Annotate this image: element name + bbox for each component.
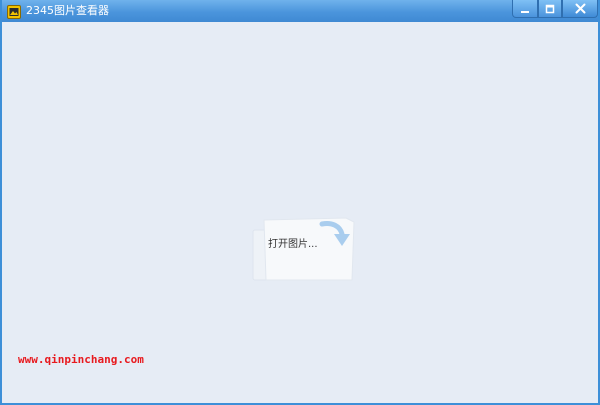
window-title: 2345图片查看器 <box>26 4 109 17</box>
open-image-label: 打开图片... <box>268 239 318 250</box>
app-window: 2345图片查看器 打开图片... www.qinpinchang.com <box>0 0 600 405</box>
open-image-button[interactable]: 打开图片... <box>250 208 358 284</box>
minimize-icon <box>520 0 530 18</box>
title-bar[interactable]: 2345图片查看器 <box>2 0 598 22</box>
minimize-button[interactable] <box>512 0 538 18</box>
maximize-button[interactable] <box>538 0 562 18</box>
close-button[interactable] <box>562 0 598 18</box>
app-logo-icon <box>7 4 21 19</box>
site-watermark: www.qinpinchang.com <box>18 353 144 366</box>
close-icon <box>575 0 586 18</box>
maximize-icon <box>545 0 555 18</box>
image-viewer-canvas[interactable]: 打开图片... <box>2 22 598 403</box>
